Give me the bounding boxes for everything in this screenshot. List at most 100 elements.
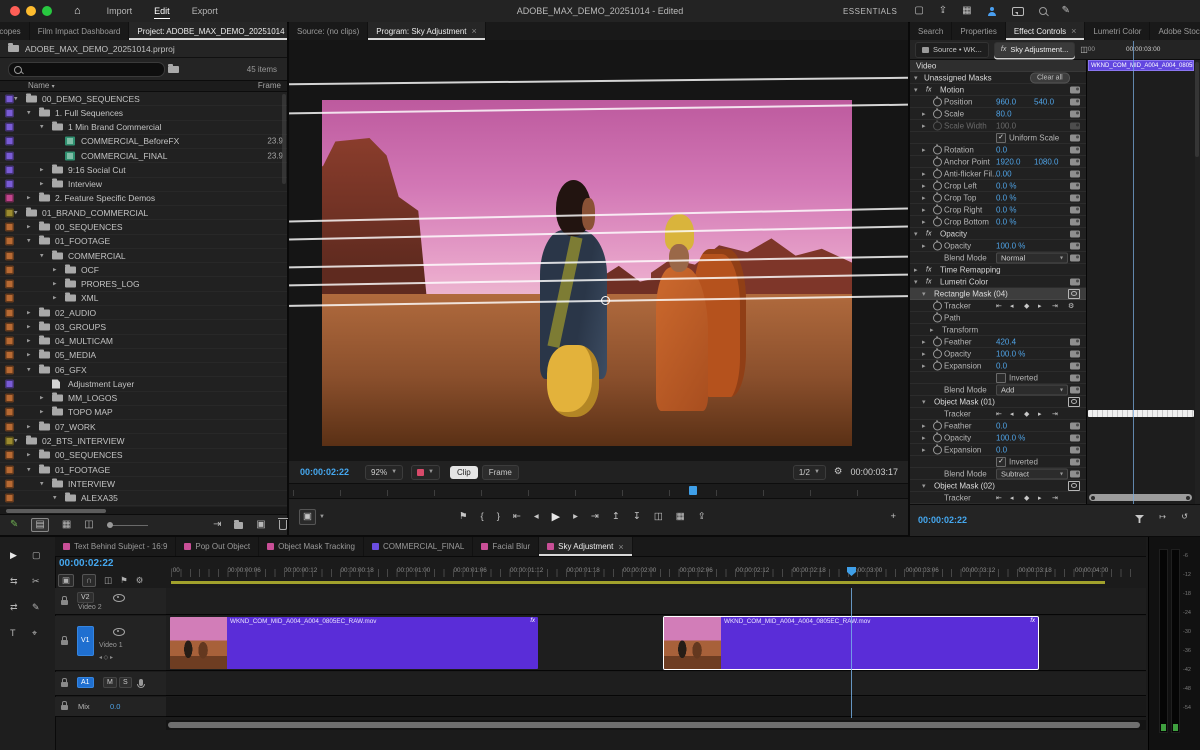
disclosure-collapsed-icon[interactable]: ▸ xyxy=(53,265,57,273)
mark-in-icon[interactable]: { xyxy=(481,512,484,522)
playback-resolution-dropdown[interactable]: 1/2▼ xyxy=(793,465,826,480)
timeline-tab-facial-blur[interactable]: Facial Blur xyxy=(473,537,539,556)
timeline-horizontal-scrollbar[interactable] xyxy=(166,720,1146,730)
home-icon[interactable]: ⌂ xyxy=(74,5,81,17)
disclosure-expanded-icon[interactable]: ▾ xyxy=(27,465,31,473)
parameter-value[interactable]: 0.0 % xyxy=(996,181,1016,190)
go-to-in-icon[interactable]: ⇤ xyxy=(513,512,521,522)
workspace-label[interactable]: ESSENTIALS xyxy=(843,7,897,16)
stopwatch-icon[interactable] xyxy=(933,121,942,130)
tracker-button-2[interactable]: ◂ xyxy=(1010,302,1014,310)
parameter-value[interactable]: 960.0 xyxy=(996,97,1016,106)
reset-parameter-icon[interactable] xyxy=(1070,98,1080,105)
pen-icon[interactable]: ✎ xyxy=(1062,6,1070,16)
project-horizontal-scrollbar[interactable] xyxy=(0,507,287,514)
bin-item-commercial-beforefx[interactable]: COMMERCIAL_BeforeFX23.9 xyxy=(0,135,287,149)
disclosure-collapsed-icon[interactable]: ▸ xyxy=(40,180,44,188)
disclosure-collapsed-icon[interactable]: ▸ xyxy=(27,422,31,430)
reset-parameter-icon[interactable] xyxy=(1070,434,1080,441)
mask-edge-line-1[interactable] xyxy=(289,77,908,85)
disclosure-collapsed-icon[interactable]: ▸ xyxy=(922,422,926,430)
maximize-window-button[interactable] xyxy=(42,6,52,16)
bin-item-xml[interactable]: ▸XML xyxy=(0,292,287,306)
reset-parameter-icon[interactable] xyxy=(1070,242,1080,249)
checkbox-uniform-scale[interactable]: ✓ xyxy=(996,133,1006,143)
parameter-value[interactable]: 0.0 xyxy=(996,361,1007,370)
stopwatch-icon[interactable] xyxy=(933,217,942,226)
drag-video-icon[interactable]: ▣ xyxy=(299,509,316,525)
tracker-button-2[interactable]: ◂ xyxy=(1010,410,1014,418)
lane-mix[interactable] xyxy=(166,697,1146,717)
active-clip-button[interactable]: fxSky Adjustment... xyxy=(994,42,1075,58)
extract-icon[interactable]: ↧ xyxy=(633,512,641,522)
disclosure-collapsed-icon[interactable]: ▸ xyxy=(922,182,926,190)
disclosure-collapsed-icon[interactable]: ▸ xyxy=(27,337,31,345)
search-bin-icon[interactable] xyxy=(168,66,179,73)
zoom-slider[interactable] xyxy=(107,525,148,526)
disclosure-icon[interactable]: ▸ xyxy=(914,266,918,274)
frame-button[interactable]: Frame xyxy=(482,465,519,480)
reset-parameter-icon[interactable] xyxy=(1070,218,1080,225)
bin-item-00-sequences[interactable]: ▸00_SEQUENCES xyxy=(0,220,287,234)
export-frame-icon[interactable]: ◫ xyxy=(654,512,663,522)
workspace-icon[interactable]: ▢ xyxy=(914,6,923,16)
play-icon[interactable]: ▶ xyxy=(552,512,560,523)
label-color-chip[interactable] xyxy=(5,322,14,331)
stopwatch-icon[interactable] xyxy=(933,145,942,154)
disclosure-collapsed-icon[interactable]: ▸ xyxy=(922,194,926,202)
disclosure-collapsed-icon[interactable]: ▸ xyxy=(53,280,57,288)
reset-parameter-icon[interactable] xyxy=(1070,254,1080,261)
clear-all-button[interactable]: Clear all xyxy=(1030,72,1070,83)
voiceover-record-icon[interactable] xyxy=(139,679,143,686)
automate-to-sequence-icon[interactable]: ⇥ xyxy=(213,520,221,530)
parameter-value[interactable]: 0.0 % xyxy=(996,217,1016,226)
tracked-keyframes-bar[interactable] xyxy=(1088,410,1194,417)
timeline-ruler[interactable]: :0000:00:00:0600:00:00:1200:00:00:1800:0… xyxy=(166,557,1146,587)
disclosure-collapsed-icon[interactable]: ▸ xyxy=(27,351,31,359)
lane-zoom-slider[interactable] xyxy=(1089,494,1192,501)
user-avatar[interactable] xyxy=(987,7,997,16)
mix-gain-value[interactable]: 0.0 xyxy=(110,702,120,711)
menu-export[interactable]: Export xyxy=(192,4,218,18)
monitor-tab-source-no-clips[interactable]: Source: (no clips) xyxy=(289,22,368,40)
bin-item-topo-map[interactable]: ▸TOPO MAP xyxy=(0,406,287,420)
parameter-value[interactable]: 80.0 xyxy=(996,109,1012,118)
bin-item-02-audio[interactable]: ▸02_AUDIO xyxy=(0,306,287,320)
disclosure-expanded-icon[interactable]: ▾ xyxy=(922,482,926,490)
bin-item-01-footage[interactable]: ▾01_FOOTAGE xyxy=(0,463,287,477)
monitor-tab-program-sky-adjustment[interactable]: Program: Sky Adjustment× xyxy=(368,22,486,40)
reset-parameter-icon[interactable] xyxy=(1070,362,1080,369)
blend-mode-select[interactable]: Normal▾ xyxy=(996,252,1068,263)
effects-timecode[interactable]: 00:00:02:22 xyxy=(918,515,967,525)
stopwatch-icon[interactable] xyxy=(933,337,942,346)
timeline-tab-object-mask-tracking[interactable]: Object Mask Tracking xyxy=(259,537,364,556)
disclosure-collapsed-icon[interactable]: ▸ xyxy=(922,146,926,154)
bin-item-prores-log[interactable]: ▸PRORES_LOG xyxy=(0,277,287,291)
disclosure-collapsed-icon[interactable]: ▸ xyxy=(27,194,31,202)
step-back-icon[interactable]: ◂ xyxy=(534,512,539,522)
bin-item-2-feature-specific-demos[interactable]: ▸2. Feature Specific Demos xyxy=(0,192,287,206)
new-item-icon[interactable]: ▣ xyxy=(256,520,265,530)
reset-parameter-icon[interactable] xyxy=(1070,182,1080,189)
track-header-v1[interactable]: V1 Video 1 ◂ ◇ ▸ xyxy=(55,616,166,671)
bin-item-02-bts-interview[interactable]: ▾02_BTS_INTERVIEW xyxy=(0,434,287,448)
reset-effect-icon[interactable] xyxy=(1070,230,1080,237)
label-color-chip[interactable] xyxy=(5,494,14,503)
tracker-button-5[interactable]: ⇥ xyxy=(1052,494,1058,502)
reset-parameter-icon[interactable] xyxy=(1070,350,1080,357)
video-preview[interactable] xyxy=(322,100,852,446)
effects-mini-ruler[interactable]: :00 00:00:03:00 xyxy=(1086,40,1200,60)
comments-icon[interactable] xyxy=(1012,7,1024,16)
track-header-a1[interactable]: A1 M S xyxy=(55,672,166,696)
loop-icon[interactable]: ↺ xyxy=(1181,513,1188,521)
parameter-value[interactable]: 1080.0 xyxy=(1034,157,1058,166)
effects-tab-lumetri-color[interactable]: Lumetri Color xyxy=(1085,22,1150,40)
column-name[interactable]: Name ▾ xyxy=(28,81,55,90)
pencil-icon[interactable]: ✎ xyxy=(10,520,18,530)
label-color-chip[interactable] xyxy=(5,137,14,146)
clip-button[interactable]: Clip xyxy=(450,466,478,479)
bin-item-05-media[interactable]: ▸05_MEDIA xyxy=(0,349,287,363)
label-color-chip[interactable] xyxy=(5,479,14,488)
bin-item-interview[interactable]: ▸Interview xyxy=(0,178,287,192)
blend-mode-select[interactable]: Add▾ xyxy=(996,384,1068,395)
